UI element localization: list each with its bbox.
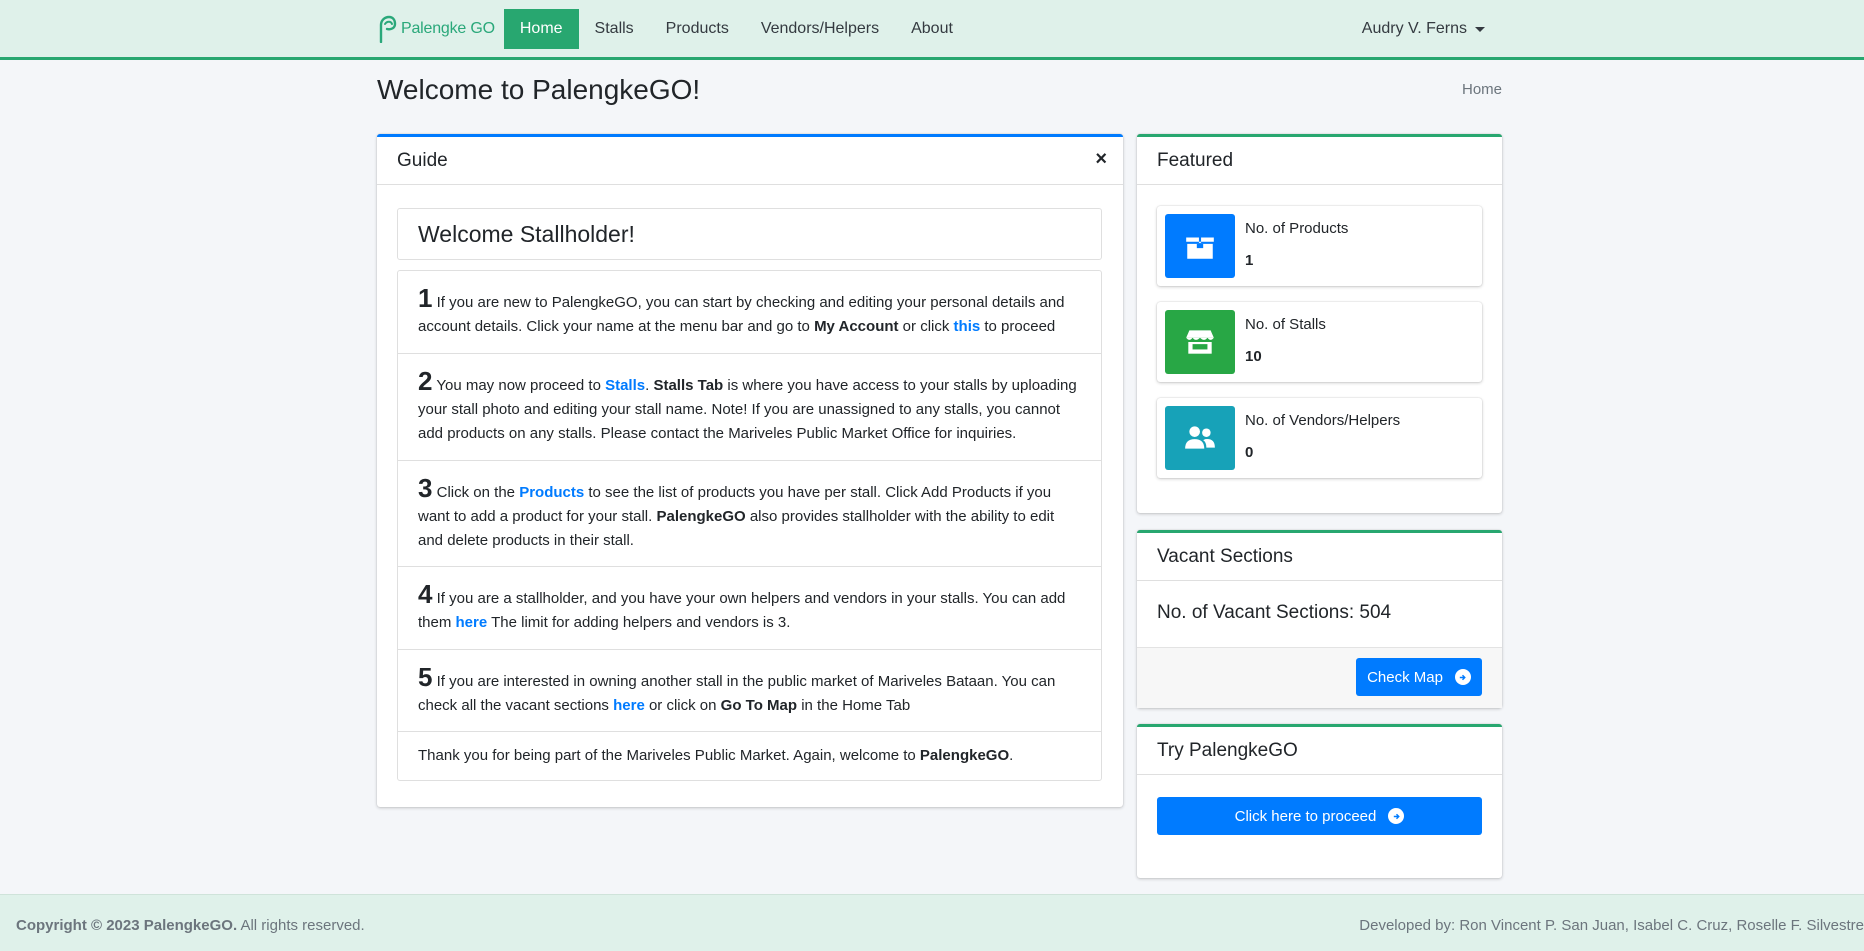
step-bold: Stalls Tab	[653, 377, 724, 394]
info-value: 0	[1245, 444, 1254, 461]
vacant-card-header: Vacant Sections	[1137, 533, 1502, 581]
copyright-rest: All rights reserved.	[237, 917, 365, 934]
info-label: No. of Products	[1245, 220, 1349, 237]
vacant-sections-card: Vacant Sections No. of Vacant Sections: …	[1137, 530, 1502, 708]
navbar-inner: Palengke GO Home Stalls Products Vendors…	[377, 0, 1501, 57]
leaf-logo-icon	[379, 15, 397, 43]
step-bold: Go To Map	[720, 697, 798, 714]
try-card-header: Try PalengkeGO	[1137, 727, 1502, 775]
thanks-text: Thank you for being part of the Marivele…	[418, 747, 920, 764]
info-box-vendors: No. of Vendors/Helpers 0	[1157, 398, 1482, 478]
helpers-here-link[interactable]: here	[456, 614, 488, 631]
developers-credit: Developed by: Ron Vincent P. San Juan, I…	[1359, 917, 1864, 934]
page-footer: Copyright © 2023 PalengkeGO. All rights …	[0, 894, 1864, 951]
vacant-title: Vacant Sections	[1157, 545, 1293, 567]
step-text: in the Home Tab	[797, 697, 911, 714]
step-number: 5	[418, 662, 433, 692]
user-menu-dropdown[interactable]: Audry V. Ferns	[1346, 9, 1501, 49]
guide-thanks: Thank you for being part of the Marivele…	[398, 732, 1101, 780]
user-name: Audry V. Ferns	[1361, 19, 1467, 37]
featured-title: Featured	[1157, 149, 1234, 171]
page-title: Welcome to PalengkeGO!	[377, 74, 701, 105]
top-navbar: Palengke GO Home Stalls Products Vendors…	[0, 0, 1864, 60]
caret-down-icon	[1475, 27, 1485, 32]
guide-step-1: 1 If you are new to PalengkeGO, you can …	[398, 271, 1101, 354]
vacant-here-link[interactable]: here	[613, 697, 645, 714]
step-text: to proceed	[980, 318, 1056, 335]
proceed-label: Click here to proceed	[1234, 807, 1377, 825]
guide-step-2: 2 You may now proceed to Stalls. Stalls …	[398, 354, 1101, 461]
step-number: 4	[418, 579, 433, 609]
guide-title: Guide	[397, 149, 448, 171]
close-icon[interactable]: ×	[1095, 149, 1107, 169]
info-label: No. of Stalls	[1245, 316, 1326, 333]
featured-card-header: Featured	[1137, 137, 1502, 185]
nav-vendors-helpers[interactable]: Vendors/Helpers	[745, 9, 895, 49]
thanks-bold: PalengkeGO	[919, 747, 1010, 764]
users-icon	[1165, 406, 1235, 470]
arrow-circle-right-icon	[1388, 808, 1405, 824]
arrow-circle-right-icon	[1454, 669, 1471, 685]
vacant-card-footer: Check Map	[1137, 647, 1502, 708]
nav-home[interactable]: Home	[503, 8, 579, 49]
step-text: or click on	[644, 697, 721, 714]
step-text: You may now proceed to	[432, 377, 606, 394]
featured-card: Featured No. of Products 1 No. of Stalls…	[1137, 134, 1502, 513]
step-number: 1	[418, 283, 433, 313]
my-account-link[interactable]: this	[954, 318, 981, 335]
info-box-stalls: No. of Stalls 10	[1157, 302, 1482, 382]
step-bold: PalengkeGO	[656, 508, 746, 525]
step-bold: My Account	[814, 318, 899, 335]
brand-text: Palengke GO	[401, 19, 495, 37]
copyright-text: Copyright © 2023 PalengkeGO. All rights …	[16, 917, 365, 934]
breadcrumb[interactable]: Home	[1440, 81, 1502, 98]
brand-logo[interactable]: Palengke GO	[377, 0, 495, 57]
check-map-button[interactable]: Check Map	[1356, 658, 1482, 696]
nav-about[interactable]: About	[895, 9, 969, 49]
store-icon	[1165, 310, 1235, 374]
products-link[interactable]: Products	[519, 484, 584, 501]
try-title: Try PalengkeGO	[1157, 739, 1298, 761]
info-value: 1	[1245, 252, 1254, 269]
welcome-heading: Welcome Stallholder!	[397, 208, 1102, 260]
guide-step-4: 4 If you are a stallholder, and you have…	[398, 567, 1101, 650]
step-number: 2	[418, 366, 433, 396]
vacant-count: No. of Vacant Sections: 504	[1157, 602, 1392, 623]
guide-card: Guide × Welcome Stallholder! 1 If you ar…	[377, 134, 1123, 807]
guide-step-3: 3 Click on the Products to see the list …	[398, 461, 1101, 567]
stalls-link[interactable]: Stalls	[605, 377, 645, 394]
check-map-label: Check Map	[1367, 668, 1443, 686]
step-text: Click on the	[432, 484, 520, 501]
step-text: or click	[898, 318, 954, 335]
try-palengkego-card: Try PalengkeGO Click here to proceed	[1137, 724, 1502, 878]
thanks-text: .	[1009, 747, 1014, 764]
guide-card-header: Guide ×	[377, 137, 1123, 185]
step-number: 3	[418, 473, 433, 503]
info-value: 10	[1245, 348, 1262, 365]
proceed-button[interactable]: Click here to proceed	[1157, 797, 1482, 835]
nav-products[interactable]: Products	[650, 9, 745, 49]
nav-stalls[interactable]: Stalls	[579, 9, 650, 49]
guide-steps-list: 1 If you are new to PalengkeGO, you can …	[397, 270, 1102, 781]
step-text: The limit for adding helpers and vendors…	[487, 614, 791, 631]
info-box-products: No. of Products 1	[1157, 206, 1482, 286]
info-label: No. of Vendors/Helpers	[1245, 412, 1401, 429]
guide-step-5: 5 If you are interested in owning anothe…	[398, 650, 1101, 732]
copyright-bold: Copyright © 2023 PalengkeGO.	[16, 917, 238, 934]
box-icon	[1165, 214, 1235, 278]
